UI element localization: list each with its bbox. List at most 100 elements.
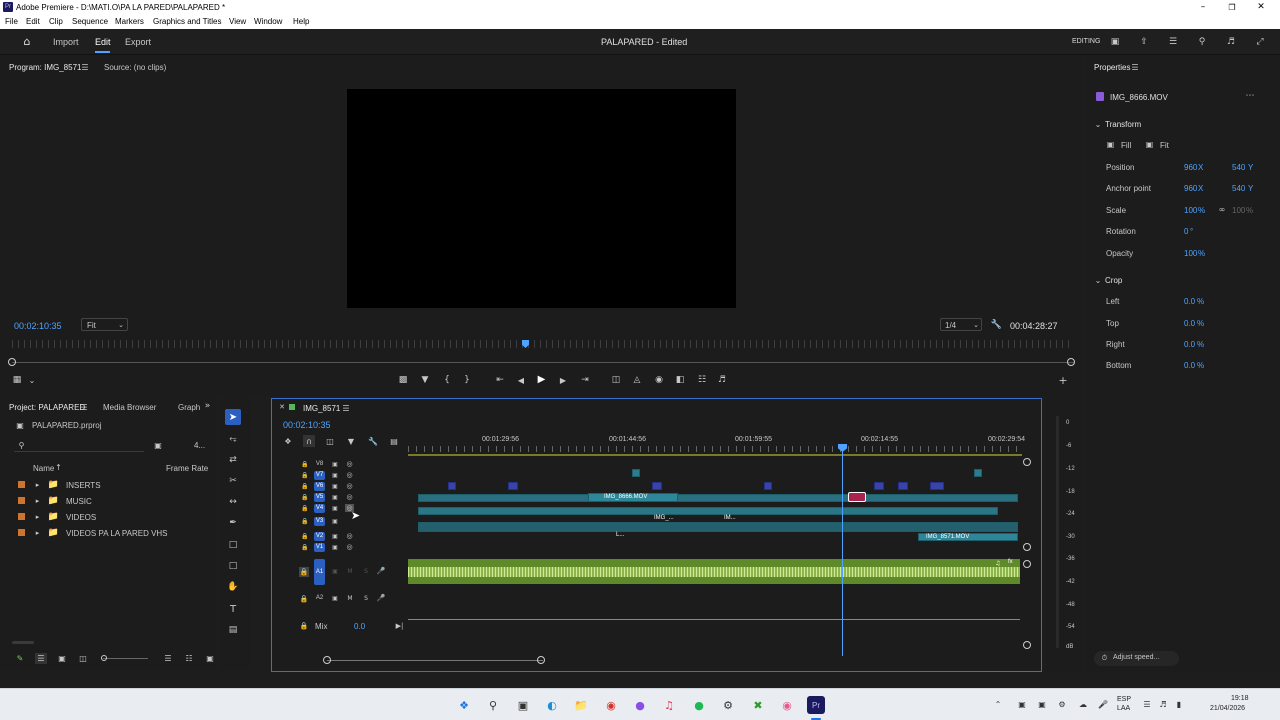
eye-icon[interactable]: ◎ xyxy=(345,471,354,479)
sync-lock-icon[interactable]: ▣ xyxy=(331,460,339,468)
track-target-v6[interactable]: V6 xyxy=(314,482,325,491)
video-tracks-area[interactable]: IMG_8666.MOV IMG_... IM... L... IMG_8571… xyxy=(408,457,1022,553)
prop-value[interactable]: 960 xyxy=(1184,163,1197,172)
track-target-v5[interactable]: V5 xyxy=(314,493,325,502)
workspace-label[interactable]: EDITING xyxy=(1072,38,1100,45)
list-item[interactable]: ▸ 📁 VIDEOS xyxy=(14,511,204,523)
sync-lock-icon[interactable]: ▣ xyxy=(331,482,339,490)
slip-icon[interactable]: ↔ xyxy=(225,494,241,510)
eye-icon[interactable]: ◎ xyxy=(345,493,354,501)
eye-icon[interactable]: ◎ xyxy=(345,543,354,551)
marker-icon[interactable]: ▼ xyxy=(346,436,356,446)
solo-icon[interactable]: S xyxy=(362,567,370,575)
wrench-icon[interactable]: 🔧 xyxy=(991,319,1002,330)
sync-lock-icon[interactable]: ▣ xyxy=(331,517,339,525)
eye-icon[interactable]: ◎ xyxy=(345,460,354,468)
lock-icon[interactable]: 🔒 xyxy=(301,532,309,540)
list-item[interactable]: ▸ 📁 MUSIC xyxy=(14,495,204,507)
prop-value[interactable]: 540 xyxy=(1232,184,1245,193)
add-button-icon[interactable]: + xyxy=(1057,374,1069,387)
onedrive-icon[interactable]: ☁ xyxy=(1078,699,1088,709)
settings-wrench-icon[interactable]: 🔧 xyxy=(368,436,378,446)
minimize-icon[interactable]: – xyxy=(1196,1,1210,13)
xbox-icon[interactable]: ✖ xyxy=(749,696,767,714)
resolution-dropdown[interactable]: 1/4 ⌄ xyxy=(940,318,982,331)
panel-menu-icon[interactable]: ☰ xyxy=(1131,62,1139,72)
voiceover-mic-icon[interactable]: 🎤 xyxy=(377,593,386,603)
rectangle-icon[interactable]: □ xyxy=(225,537,241,553)
tab-source[interactable]: Source: (no clips) xyxy=(104,63,166,72)
audio-scroll-top[interactable] xyxy=(1023,560,1031,568)
clip[interactable] xyxy=(448,482,456,490)
workspace-panel-icon[interactable]: ▣ xyxy=(1109,36,1121,48)
extract-frame-icon[interactable]: ▩ xyxy=(397,374,409,386)
zoom-scrollbar[interactable] xyxy=(12,362,1074,363)
clip[interactable] xyxy=(764,482,772,490)
hscroll-handle-right[interactable] xyxy=(537,656,545,664)
track-target-v7[interactable]: V7 xyxy=(314,471,325,480)
search-icon[interactable]: ⚲ xyxy=(484,696,502,714)
tab-media-browser[interactable]: Media Browser xyxy=(103,403,156,412)
clip[interactable] xyxy=(974,469,982,477)
microphone-icon[interactable]: 🎤 xyxy=(1098,699,1108,709)
close-icon[interactable]: ✕ xyxy=(278,403,286,411)
fullscreen-icon[interactable]: ⤢ xyxy=(1254,36,1266,48)
sync-lock-icon[interactable]: ▣ xyxy=(331,594,339,602)
prop-value[interactable]: 540 xyxy=(1232,163,1245,172)
lock-icon[interactable]: 🔒 xyxy=(301,482,309,490)
menu-window[interactable]: Window xyxy=(254,17,282,26)
pencil-icon[interactable]: ✎ xyxy=(15,653,25,664)
column-frame-rate[interactable]: Frame Rate xyxy=(166,464,208,473)
list-view-icon[interactable]: ☰ xyxy=(35,653,47,664)
adjust-speed-button[interactable]: ⏱ Adjust speed... xyxy=(1094,651,1179,666)
audio-clip[interactable]: ♫ fx xyxy=(408,559,1020,584)
track-target-v3[interactable]: V3 xyxy=(314,517,325,526)
selection-tool-icon[interactable]: ➤ xyxy=(225,409,241,425)
step-forward-icon[interactable]: ▶ xyxy=(557,374,569,386)
list-item[interactable]: ▸ 📁 INSERTS xyxy=(14,479,204,491)
messenger-icon[interactable]: ● xyxy=(631,696,649,714)
captions-icon[interactable]: ▤ xyxy=(389,436,399,446)
lock-icon[interactable]: 🔒 xyxy=(299,567,309,577)
type-icon[interactable]: T xyxy=(225,601,241,617)
fit-icon[interactable]: ▣ xyxy=(1145,140,1154,149)
link-icon[interactable]: ∞ xyxy=(1218,204,1226,215)
solo-icon[interactable]: S xyxy=(362,594,370,602)
sync-lock-icon[interactable]: ▣ xyxy=(331,493,339,501)
list-item[interactable]: ▸ 📁 VIDEOS PA LA PARED VHS xyxy=(14,527,204,539)
extract-icon[interactable]: ◬ xyxy=(631,374,643,386)
crop-value[interactable]: 0.0 xyxy=(1184,319,1195,328)
menu-edit[interactable]: Edit xyxy=(26,17,40,26)
voiceover-mic-icon[interactable]: 🎤 xyxy=(377,566,386,576)
go-to-in-icon[interactable]: ⇤ xyxy=(494,374,506,386)
video-preview[interactable] xyxy=(347,89,736,308)
track-target-a1[interactable]: A1 xyxy=(314,559,325,585)
pen-icon[interactable]: ✒ xyxy=(225,515,241,531)
ripple-edit-icon[interactable]: ⇄ xyxy=(225,452,241,468)
track-select-icon[interactable]: ⥆ xyxy=(225,431,241,447)
comparison-icon[interactable]: ◧ xyxy=(674,374,686,386)
zoom-slider-handle[interactable] xyxy=(101,655,107,661)
clip[interactable] xyxy=(418,494,1018,502)
more-icon[interactable]: ⋯ xyxy=(1244,91,1256,101)
edge-icon[interactable]: ◐ xyxy=(543,696,561,714)
clock-date[interactable]: 21/04/2026 xyxy=(1210,705,1245,712)
zoom-handle-right[interactable] xyxy=(1067,358,1075,366)
settings-grid-icon[interactable]: ▦ xyxy=(11,374,23,386)
lock-icon[interactable]: 🔒 xyxy=(299,621,309,631)
lock-icon[interactable]: 🔒 xyxy=(301,493,309,501)
photos-icon[interactable]: ◉ xyxy=(778,696,796,714)
tray-icon[interactable]: ▣ xyxy=(1017,699,1027,709)
caption-icon[interactable]: ▤ xyxy=(225,622,241,638)
prop-value[interactable]: 0 xyxy=(1184,227,1188,236)
tray-icon[interactable]: ▣ xyxy=(1037,699,1047,709)
nest-icon[interactable]: ❖ xyxy=(283,436,293,446)
tray-icon[interactable]: ⚙ xyxy=(1057,699,1067,709)
selected-clip[interactable] xyxy=(848,492,866,502)
volume-icon[interactable]: ♬ xyxy=(716,374,728,386)
sort-icon[interactable]: ☰ xyxy=(163,653,173,664)
razor-icon[interactable]: ✂ xyxy=(225,473,241,489)
sync-lock-icon[interactable]: ▣ xyxy=(331,532,339,540)
linked-selection-icon[interactable]: ◫ xyxy=(325,436,335,446)
mute-icon[interactable]: M xyxy=(346,567,354,575)
